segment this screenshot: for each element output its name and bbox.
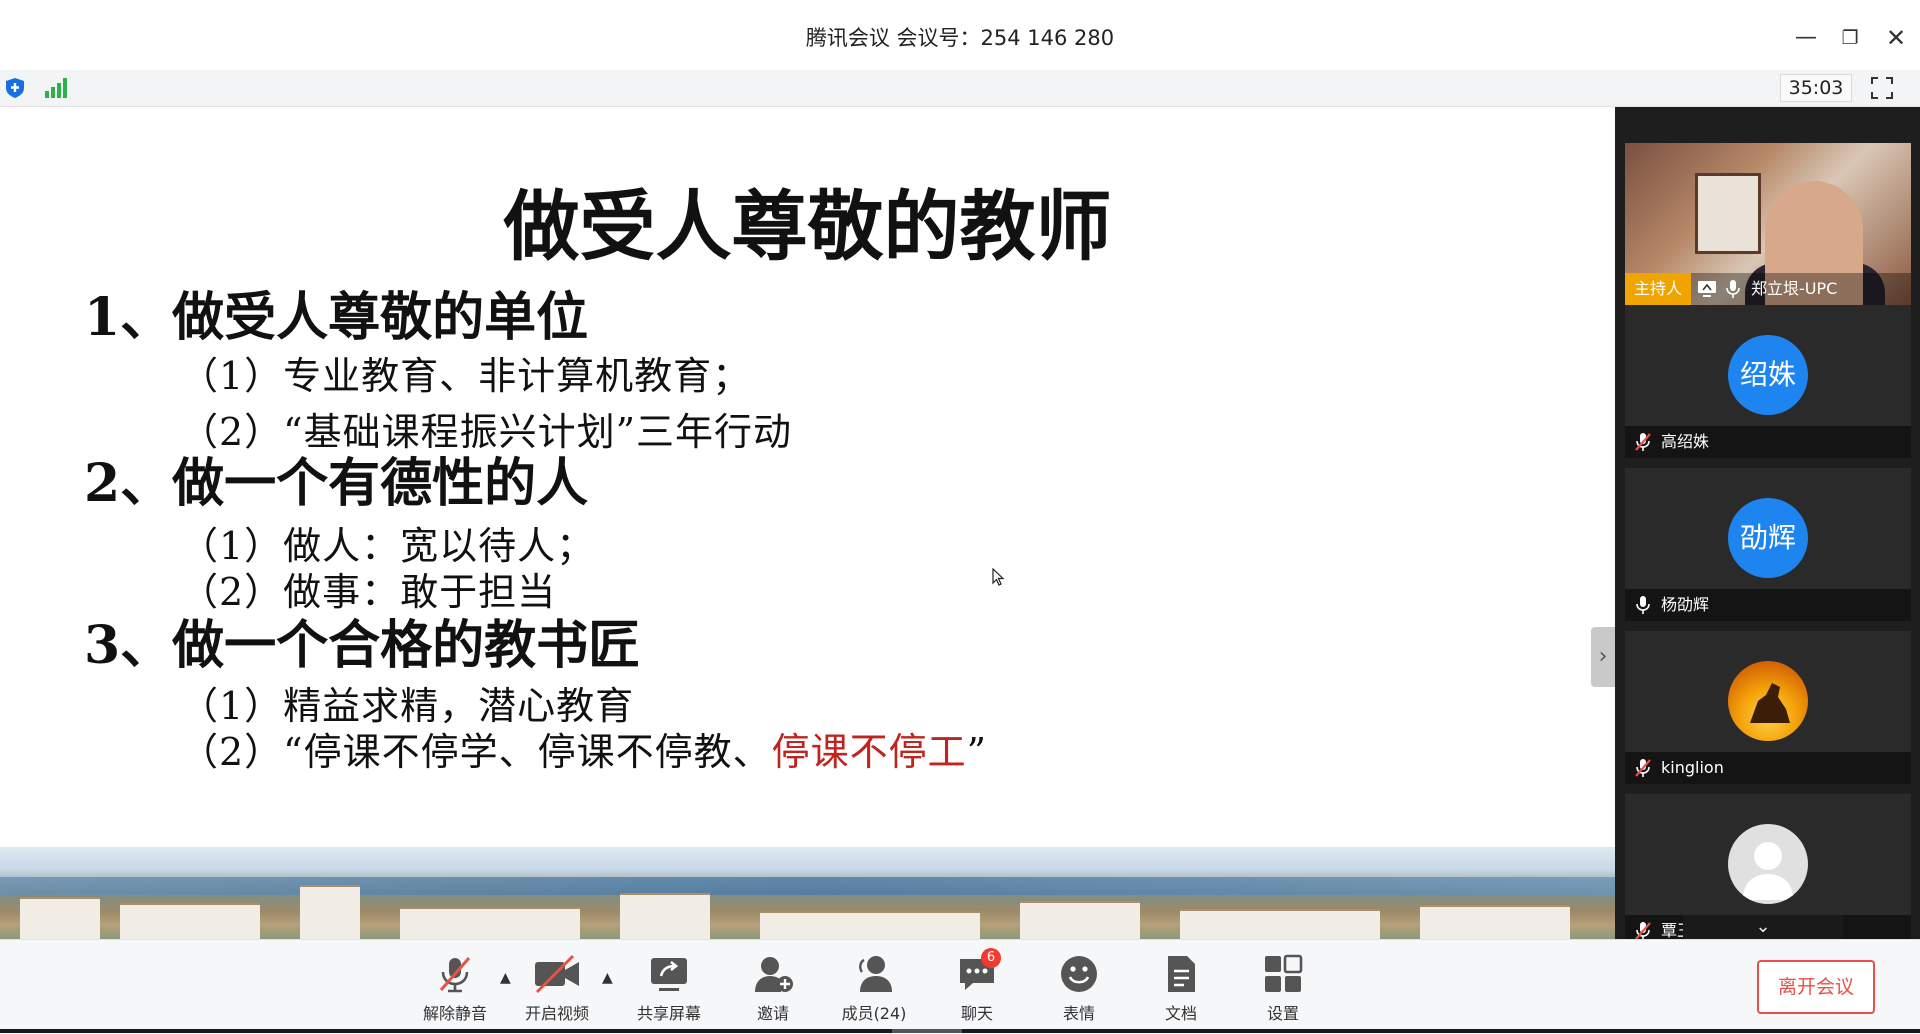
- participant-tile[interactable]: 绍姝 高绍姝: [1625, 305, 1911, 458]
- smiley-face-icon: [1061, 956, 1097, 992]
- network-signal-icon[interactable]: [44, 78, 68, 98]
- slide-section-heading: 2、做一个有德性的人: [84, 453, 589, 514]
- collapse-panel-arrow-icon[interactable]: ›: [1591, 627, 1615, 687]
- share-screen-label: 共享屏幕: [636, 1004, 701, 1023]
- microphone-muted-icon: [1635, 433, 1651, 451]
- meeting-status-bar: 35:03: [0, 70, 1920, 107]
- start-video-button[interactable]: 开启视频: [517, 954, 597, 1024]
- invite-button[interactable]: 邀请: [733, 954, 813, 1024]
- slide-item-red-text: 停课不停工: [771, 730, 967, 774]
- slide-item-text: （2）“停课不停学、停课不停教、: [180, 730, 772, 774]
- chat-button[interactable]: 6 聊天: [937, 948, 1017, 1024]
- avatar: 劭辉: [1728, 498, 1808, 578]
- avatar: 绍姝: [1728, 335, 1808, 415]
- participant-name: 杨劭辉: [1661, 595, 1710, 614]
- leave-meeting-button[interactable]: 离开会议: [1757, 960, 1875, 1014]
- microphone-icon: [1726, 280, 1740, 298]
- security-shield-icon[interactable]: [6, 78, 24, 98]
- window-title: 腾讯会议 会议号：254 146 280: [805, 26, 1115, 50]
- document-icon: [1168, 956, 1195, 992]
- chevron-down-icon[interactable]: ⌄: [1683, 915, 1843, 939]
- chat-unread-badge: 6: [981, 948, 1001, 968]
- documents-button[interactable]: 文档: [1141, 954, 1221, 1024]
- unmute-button[interactable]: 解除静音: [415, 954, 495, 1024]
- settings-grid-icon: [1265, 954, 1303, 992]
- reactions-label: 表情: [1062, 1004, 1095, 1023]
- host-name: 郑立垠-UPC: [1751, 279, 1838, 298]
- settings-button[interactable]: 设置: [1243, 954, 1323, 1024]
- host-name-bar: 主持人 郑立垠-UPC: [1625, 273, 1911, 305]
- screen-share-icon: [1698, 281, 1716, 297]
- window-titlebar: 腾讯会议 会议号：254 146 280 — ❐ ✕: [0, 0, 1920, 71]
- slide-item: （1）专业教育、非计算机教育；: [180, 354, 752, 398]
- close-icon[interactable]: ✕: [1876, 20, 1916, 56]
- members-label: 成员(24): [841, 1004, 907, 1023]
- meeting-control-bar: 解除静音 ▲ 开启视频 ▲ 共享屏幕 邀请 成员(24) 6 聊天 表情 文档 …: [0, 939, 1920, 1034]
- avatar: [1728, 661, 1808, 741]
- window-bottom-edge: [0, 1029, 1920, 1033]
- shared-screen-slide: 做受人尊敬的教师 1、做受人尊敬的单位 （1）专业教育、非计算机教育； （2）“…: [0, 107, 1615, 939]
- video-options-caret-icon[interactable]: ▲: [602, 970, 613, 986]
- participant-tile[interactable]: kinglion: [1625, 631, 1911, 784]
- share-screen-button[interactable]: 共享屏幕: [629, 954, 709, 1024]
- members-button[interactable]: 成员(24): [834, 954, 914, 1024]
- slide-title: 做受人尊敬的教师: [503, 182, 1112, 271]
- settings-label: 设置: [1266, 1004, 1299, 1023]
- audio-options-caret-icon[interactable]: ▲: [500, 970, 511, 986]
- unmute-label: 解除静音: [422, 1004, 487, 1023]
- fullscreen-icon[interactable]: [1870, 76, 1894, 100]
- video-off-icon: [535, 954, 579, 994]
- participant-name: 高绍姝: [1661, 432, 1710, 451]
- share-screen-icon: [651, 958, 687, 991]
- participant-name-bar: 高绍姝: [1625, 426, 1911, 458]
- participant-name-bar: 杨劭辉: [1625, 589, 1911, 621]
- members-icon: [859, 956, 892, 992]
- avatar: [1728, 824, 1808, 904]
- start-video-label: 开启视频: [524, 1004, 589, 1023]
- documents-label: 文档: [1164, 1004, 1197, 1023]
- participant-name-bar: kinglion: [1625, 752, 1911, 784]
- minimize-icon[interactable]: —: [1786, 20, 1826, 56]
- participant-name: kinglion: [1661, 758, 1724, 777]
- participants-video-panel: 主持人 郑立垠-UPC 绍姝 高绍姝 劭辉 杨劭辉 kinglion ⌄: [1615, 107, 1920, 939]
- restore-icon[interactable]: ❐: [1830, 20, 1870, 56]
- mouse-cursor-icon: [992, 568, 1004, 586]
- slide-item-highlighted: （2）“停课不停学、停课不停教、停课不停工”: [180, 721, 987, 776]
- campus-panorama-image: [0, 847, 1615, 939]
- add-user-icon: [755, 957, 793, 992]
- slide-section-heading: 3、做一个合格的教书匠: [84, 615, 641, 676]
- microphone-icon: [1636, 596, 1650, 614]
- chat-label: 聊天: [960, 1004, 993, 1023]
- reactions-button[interactable]: 表情: [1039, 954, 1119, 1024]
- invite-label: 邀请: [756, 1004, 789, 1023]
- slide-item-text: ”: [966, 730, 988, 774]
- slide-section-heading: 1、做受人尊敬的单位: [84, 287, 589, 348]
- participant-tile[interactable]: 劭辉 杨劭辉: [1625, 468, 1911, 621]
- host-badge: 主持人: [1625, 273, 1691, 305]
- microphone-muted-icon: [1635, 922, 1651, 939]
- meeting-timer: 35:03: [1780, 74, 1852, 102]
- microphone-muted-icon: [1635, 759, 1651, 777]
- microphone-muted-icon: [439, 957, 471, 993]
